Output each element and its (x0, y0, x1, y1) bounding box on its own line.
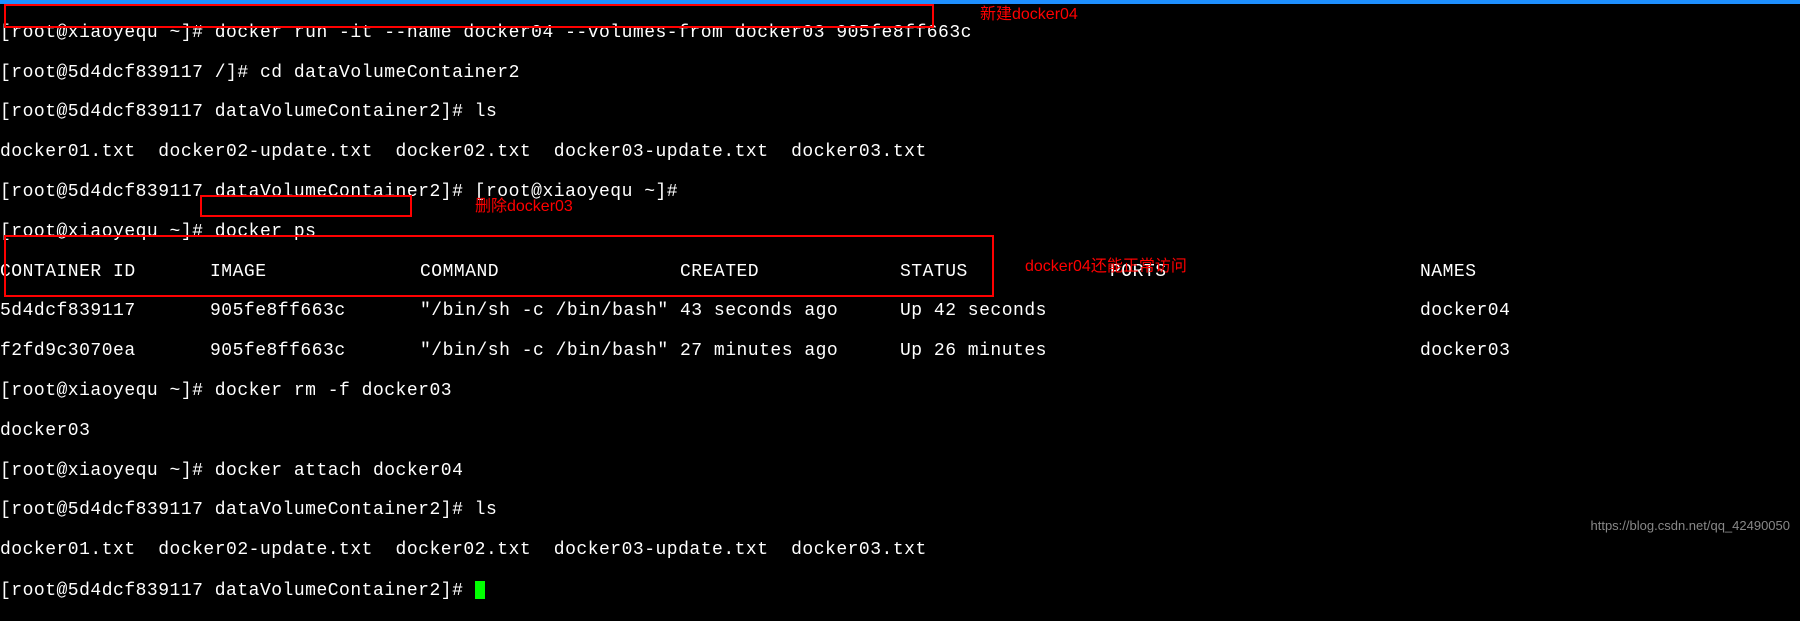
terminal-line: [root@xiaoyequ ~]# docker attach docker0… (0, 462, 1800, 482)
cell-ports (1110, 342, 1420, 362)
cell-names: docker04 (1420, 302, 1800, 322)
cell-status: Up 42 seconds (900, 302, 1110, 322)
docker-ps-row: 5d4dcf839117905fe8ff663c"/bin/sh -c /bin… (0, 302, 1800, 322)
watermark-text: https://blog.csdn.net/qq_42490050 (1591, 519, 1791, 533)
cell-command: "/bin/sh -c /bin/bash" (420, 302, 680, 322)
cell-id: 5d4dcf839117 (0, 302, 210, 322)
terminal-line: [root@xiaoyequ ~]# docker ps (0, 223, 1800, 243)
terminal-line: docker01.txt docker02-update.txt docker0… (0, 143, 1800, 163)
cell-ports (1110, 302, 1420, 322)
docker-ps-header: CONTAINER IDIMAGECOMMANDCREATEDSTATUSPOR… (0, 263, 1800, 283)
cell-command: "/bin/sh -c /bin/bash" (420, 342, 680, 362)
terminal-line: docker03 (0, 422, 1800, 442)
col-header-command: COMMAND (420, 263, 680, 283)
terminal-line: [root@5d4dcf839117 /]# cd dataVolumeCont… (0, 64, 1800, 84)
cursor-icon (475, 581, 485, 599)
col-header-created: CREATED (680, 263, 900, 283)
annotation-create: 新建docker04 (980, 6, 1078, 24)
prompt-text: [root@5d4dcf839117 dataVolumeContainer2]… (0, 581, 475, 601)
col-header-names: NAMES (1420, 263, 1800, 283)
annotation-remove: 删除docker03 (475, 198, 573, 216)
docker-ps-row: f2fd9c3070ea905fe8ff663c"/bin/sh -c /bin… (0, 342, 1800, 362)
cell-names: docker03 (1420, 342, 1800, 362)
terminal-line: [root@5d4dcf839117 dataVolumeContainer2]… (0, 183, 1800, 203)
col-header-image: IMAGE (210, 263, 420, 283)
col-header-id: CONTAINER ID (0, 263, 210, 283)
terminal-line: docker01.txt docker02-update.txt docker0… (0, 541, 1800, 561)
terminal-line: [root@5d4dcf839117 dataVolumeContainer2]… (0, 581, 1800, 601)
annotation-access: docker04还能正常访问 (1025, 258, 1187, 276)
cell-created: 27 minutes ago (680, 342, 900, 362)
cell-id: f2fd9c3070ea (0, 342, 210, 362)
terminal-output[interactable]: [root@xiaoyequ ~]# docker run -it --name… (0, 4, 1800, 621)
terminal-line: [root@xiaoyequ ~]# docker rm -f docker03 (0, 382, 1800, 402)
cell-created: 43 seconds ago (680, 302, 900, 322)
terminal-line: [root@5d4dcf839117 dataVolumeContainer2]… (0, 501, 1800, 521)
cell-status: Up 26 minutes (900, 342, 1110, 362)
cell-image: 905fe8ff663c (210, 302, 420, 322)
cell-image: 905fe8ff663c (210, 342, 420, 362)
terminal-line: [root@xiaoyequ ~]# docker run -it --name… (0, 24, 1800, 44)
terminal-line: [root@5d4dcf839117 dataVolumeContainer2]… (0, 103, 1800, 123)
